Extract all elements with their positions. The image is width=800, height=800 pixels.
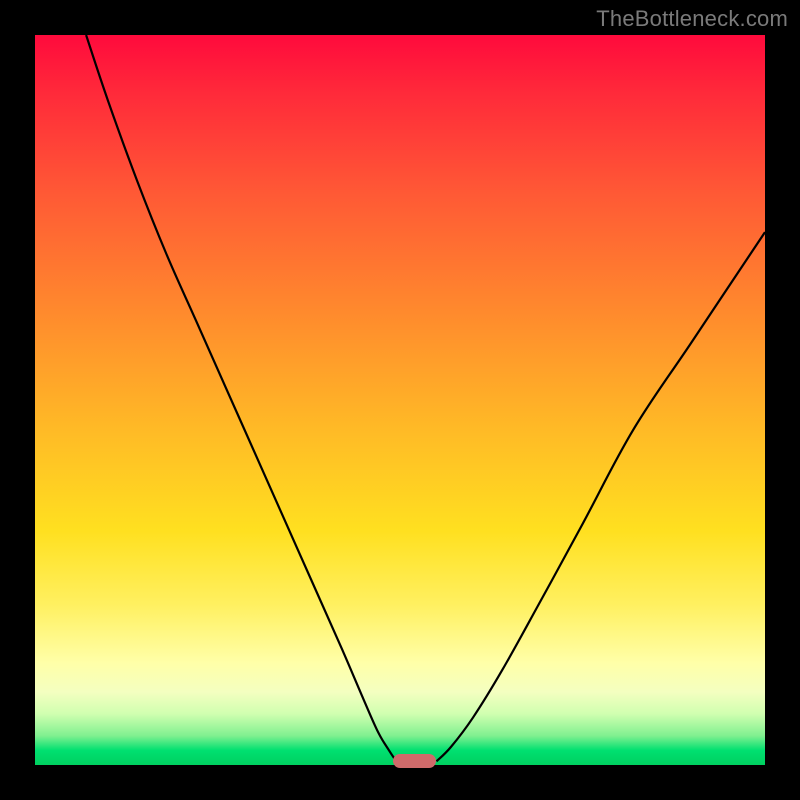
bottleneck-marker <box>393 754 437 768</box>
curves-svg <box>35 35 765 765</box>
right-curve <box>437 232 766 761</box>
chart-frame: TheBottleneck.com <box>0 0 800 800</box>
plot-area <box>35 35 765 765</box>
left-curve <box>86 35 396 761</box>
watermark-text: TheBottleneck.com <box>596 6 788 32</box>
